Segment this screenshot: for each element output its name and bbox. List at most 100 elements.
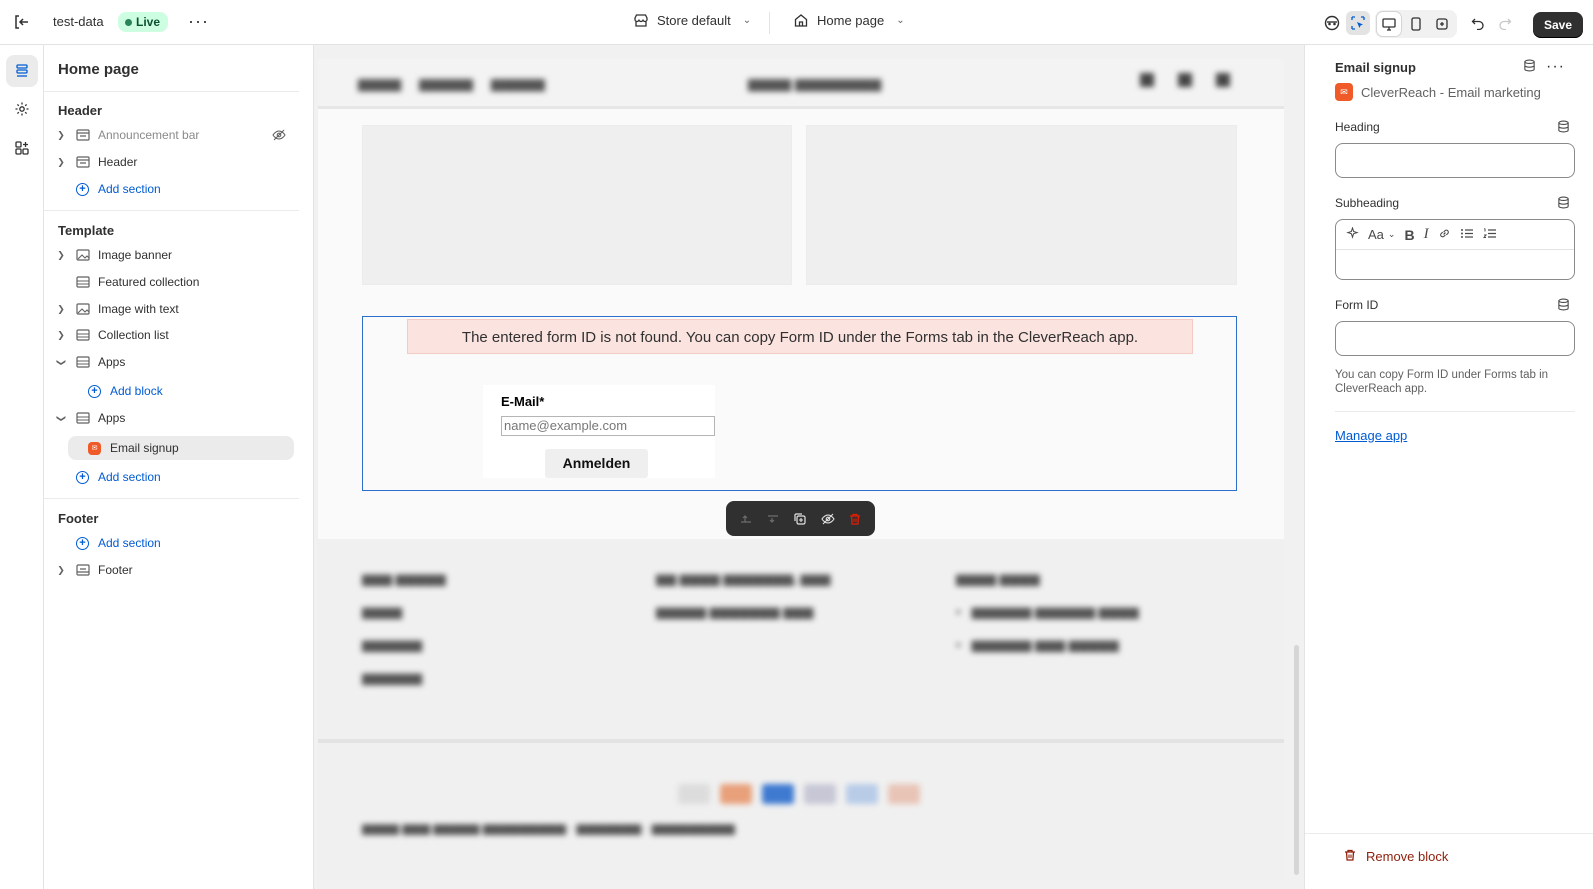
copyright-blurred: ▆▆▆▆ ▆▆▆ ▆▆▆▆▆ ▆▆▆▆▆▆▆▆▆ · ▆▆▆▆▆▆▆ · ▆▆▆…	[362, 821, 735, 835]
dynamic-source-icon[interactable]	[1557, 298, 1570, 314]
link-icon[interactable]	[1438, 227, 1451, 243]
preview-canvas: ▆▆▆▆ ▆▆▆▆▆ ▆▆▆▆▆ ▆▆▆▆ ▆▆▆▆▆▆▆▆ The entered…	[318, 59, 1284, 879]
storefront-preview: ▆▆▆▆ ▆▆▆▆▆ ▆▆▆▆▆ ▆▆▆▆ ▆▆▆▆▆▆▆▆ The entered…	[314, 45, 1304, 889]
section-label: Collection list	[98, 328, 169, 342]
store-name[interactable]: test-data	[53, 14, 104, 29]
more-options-icon[interactable]: ···	[1546, 58, 1565, 76]
theme-selector[interactable]: Store default ⌄	[633, 12, 751, 28]
email-signup-app-block[interactable]: The entered form ID is not found. You ca…	[362, 316, 1237, 491]
subscribe-button[interactable]: Anmelden	[545, 449, 648, 478]
section-collection-list[interactable]: ❯ Collection list	[54, 323, 294, 347]
remove-block-button[interactable]: Remove block	[1343, 848, 1448, 865]
trash-icon	[1343, 848, 1357, 865]
device-preview-group	[1375, 10, 1457, 38]
sections-nav-button[interactable]	[6, 55, 38, 87]
top-bar: test-data Live ··· Store default ⌄ Home …	[0, 0, 1593, 45]
image-icon	[76, 302, 92, 316]
chevron-right-icon[interactable]: ❯	[54, 250, 68, 261]
bold-icon[interactable]: B	[1404, 227, 1414, 243]
section-layout-icon	[76, 563, 92, 577]
app-embeds-nav-button[interactable]	[6, 132, 38, 164]
section-apps-1[interactable]: ❯ Apps	[54, 350, 294, 374]
section-featured-collection[interactable]: Featured collection	[54, 270, 294, 294]
status-label: Live	[136, 15, 161, 29]
section-header[interactable]: ❯ Header	[54, 150, 294, 174]
section-announcement-bar[interactable]: ❯ Announcement bar	[54, 123, 294, 147]
section-image-banner[interactable]: ❯ Image banner	[54, 243, 294, 267]
form-id-input[interactable]	[1335, 321, 1575, 356]
add-section-label: Add section	[98, 182, 161, 196]
undo-icon	[1471, 18, 1484, 30]
move-up-icon[interactable]	[737, 510, 755, 528]
collection-card-placeholder	[362, 125, 792, 285]
email-input[interactable]: name@example.com	[501, 416, 715, 436]
mobile-preview-button[interactable]	[1404, 12, 1428, 36]
move-down-icon[interactable]	[764, 510, 782, 528]
chevron-right-icon[interactable]: ❯	[54, 157, 68, 168]
group-title-template: Template	[58, 223, 115, 238]
undo-button[interactable]	[1466, 11, 1490, 35]
subheading-editor-body[interactable]	[1336, 250, 1574, 279]
add-block-button[interactable]: + Add block	[82, 379, 294, 403]
chevron-down-icon: ⌄	[1387, 229, 1396, 239]
italic-icon[interactable]: I	[1424, 226, 1429, 243]
section-footer[interactable]: ❯ Footer	[54, 558, 294, 582]
chevron-right-icon[interactable]: ❯	[54, 565, 68, 576]
dynamic-source-icon[interactable]	[1557, 120, 1570, 136]
hide-icon[interactable]	[819, 510, 837, 528]
duplicate-icon[interactable]	[791, 510, 809, 528]
page-selector[interactable]: Home page ⌄	[793, 12, 905, 28]
redo-button[interactable]	[1493, 11, 1517, 35]
bullet-list-icon[interactable]	[1460, 227, 1474, 243]
section-label: Image with text	[98, 302, 179, 316]
chevron-right-icon[interactable]: ❯	[54, 130, 68, 141]
plus-circle-icon: +	[76, 182, 92, 196]
desktop-preview-button[interactable]	[1377, 12, 1401, 36]
chevron-down-icon[interactable]: ❯	[56, 411, 67, 425]
heading-input[interactable]	[1335, 143, 1575, 178]
theme-settings-nav-button[interactable]	[6, 93, 38, 125]
group-title-footer: Footer	[58, 511, 99, 526]
add-section-label: Add section	[98, 536, 161, 550]
block-floating-toolbar	[726, 501, 875, 536]
chevron-down-icon[interactable]: ❯	[56, 355, 67, 369]
store-header-blurred: ▆▆▆▆ ▆▆▆▆▆ ▆▆▆▆▆ ▆▆▆▆ ▆▆▆▆▆▆▆▆	[318, 59, 1284, 109]
footer-column-blurred: ▆▆ ▆▆▆▆ ▆▆▆▆▆▆▆, ▆▆▆ ▆▆▆▆▆ ▆▆▆▆▆▆▆ ▆▆▆	[656, 571, 831, 619]
settings-header-actions: ···	[1523, 58, 1565, 76]
chevron-right-icon[interactable]: ❯	[54, 304, 68, 315]
sidekick-icon[interactable]	[1320, 11, 1344, 35]
section-apps-2[interactable]: ❯ Apps	[54, 406, 294, 430]
fullscreen-preview-button[interactable]	[1430, 12, 1454, 36]
inspector-toggle-button[interactable]	[1346, 11, 1370, 35]
divider	[318, 739, 1284, 743]
preview-scrollbar[interactable]	[1294, 645, 1299, 875]
save-button[interactable]: Save	[1533, 12, 1583, 38]
ai-sparkle-icon[interactable]	[1346, 225, 1359, 243]
chevron-right-icon[interactable]: ❯	[54, 330, 68, 341]
exit-icon[interactable]	[12, 13, 30, 31]
eye-hidden-icon[interactable]	[272, 128, 286, 145]
subheading-label: Subheading	[1335, 196, 1400, 210]
section-label: Image banner	[98, 248, 173, 262]
store-header-icons-blurred	[1140, 73, 1254, 90]
dynamic-source-icon[interactable]	[1523, 59, 1536, 75]
numbered-list-icon[interactable]	[1482, 227, 1497, 243]
more-actions-button[interactable]: ···	[188, 11, 209, 32]
rich-text-toolbar: Aa ⌄ B I	[1336, 220, 1574, 250]
sections-icon	[16, 64, 28, 77]
add-section-header[interactable]: + Add section	[54, 177, 294, 201]
section-label: Featured collection	[98, 275, 200, 289]
add-section-label: Add section	[98, 470, 161, 484]
image-icon	[76, 248, 92, 262]
add-section-template[interactable]: + Add section	[54, 465, 294, 489]
divider	[1335, 411, 1575, 412]
section-image-with-text[interactable]: ❯ Image with text	[54, 297, 294, 321]
trash-icon[interactable]	[846, 510, 864, 528]
settings-title: Email signup	[1335, 60, 1416, 75]
manage-app-link[interactable]: Manage app	[1335, 428, 1407, 443]
block-email-signup[interactable]: ✉ Email signup	[68, 436, 294, 460]
add-section-footer[interactable]: + Add section	[54, 531, 294, 555]
text-style-dropdown[interactable]: Aa ⌄	[1368, 227, 1395, 242]
dynamic-source-icon[interactable]	[1557, 196, 1570, 212]
section-layout-icon	[76, 155, 92, 169]
